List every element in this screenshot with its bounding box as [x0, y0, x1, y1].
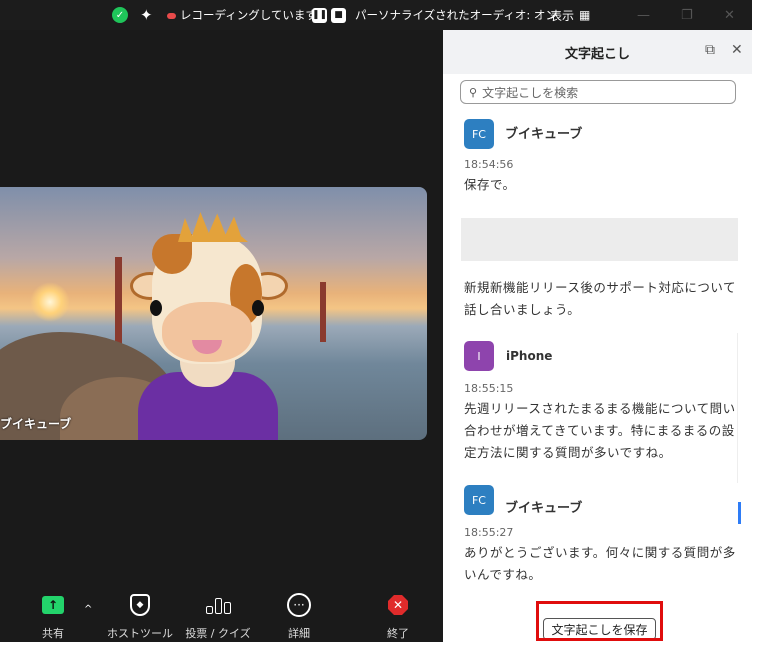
close-panel-icon[interactable]: ✕ — [731, 42, 743, 58]
message-timestamp: 18:54:56 — [464, 158, 514, 171]
transcript-header: 文字起こし ⧉ ✕ — [443, 30, 752, 74]
share-label: 共有 — [42, 627, 64, 640]
transcript-panel: 文字起こし ⧉ ✕ ⚲ 文字起こしを検索 FC ブイキューブ 18:54:56 … — [443, 30, 752, 642]
cloud-recording-icon — [167, 9, 176, 22]
recording-indicator[interactable]: レコーディングしています... — [167, 0, 328, 30]
pause-recording-button[interactable]: ❚❚ — [312, 0, 327, 30]
share-button[interactable]: ↑ 共有 — [38, 590, 68, 642]
more-label: 詳細 — [288, 627, 310, 640]
transcript-avatar: FC — [464, 119, 494, 149]
ai-companion-sparkle-icon[interactable]: ✦ — [140, 0, 153, 30]
search-placeholder: 文字起こしを検索 — [482, 85, 579, 100]
end-label: 終了 — [387, 627, 409, 640]
meeting-toolbar: ↑ 共有 ^ ◆ ホストツール 投票 / クイズ ··· 詳細 ✕ 終了 — [0, 590, 442, 642]
annotation-highlight-box — [536, 601, 663, 641]
recording-label: レコーディングしています... — [180, 8, 328, 22]
message-text: 先週リリースされたまるまる機能について問い合わせが増えてきています。特にまるまる… — [464, 401, 736, 460]
meeting-status-bar: ✓ ✦ レコーディングしています... ❚❚ ■ パーソナライズされたオーディオ… — [0, 0, 752, 30]
speaker-name: iPhone — [506, 349, 553, 363]
host-tools-label: ホストツール — [107, 627, 173, 640]
transcript-avatar: I — [464, 341, 494, 371]
poll-bars-icon — [205, 596, 231, 614]
host-tools-shield-icon: ◆ — [130, 594, 150, 616]
pop-out-icon[interactable]: ⧉ — [705, 42, 715, 58]
more-ellipsis-icon: ··· — [287, 593, 311, 617]
poll-label: 投票 / クイズ — [185, 627, 251, 640]
speaker-avatar-badge: FC — [464, 119, 494, 149]
transcript-avatar: FC — [464, 485, 494, 515]
view-button[interactable]: 表示 ▦ — [550, 0, 590, 30]
host-tools-button[interactable]: ◆ ホストツール — [107, 590, 173, 642]
avatar-left-eye — [150, 300, 162, 316]
polls-quizzes-button[interactable]: 投票 / クイズ — [185, 590, 251, 642]
transcript-search-input[interactable]: ⚲ 文字起こしを検索 — [460, 80, 736, 104]
virtual-background-sun — [30, 282, 70, 322]
speaker-avatar-badge: FC — [464, 485, 494, 515]
more-button[interactable]: ··· 詳細 — [284, 590, 314, 642]
message-text: 新規新機能リリース後のサポート対応について話し合いましょう。 — [464, 280, 737, 317]
speaker-avatar-badge: I — [464, 341, 494, 371]
cow-avatar — [130, 212, 300, 440]
speaker-name: ブイキューブ — [505, 127, 583, 142]
message-text: ありがとうございます。何々に関する質問が多いんですね。 — [464, 545, 736, 582]
share-screen-icon: ↑ — [42, 596, 64, 614]
stop-icon: ■ — [331, 7, 346, 23]
participant-video-tile[interactable]: ブイキューブ — [0, 187, 427, 440]
close-window-icon[interactable]: ✕ — [724, 0, 735, 30]
scroll-indicator[interactable] — [738, 502, 741, 524]
audio-status-label: パーソナライズされたオーディオ: オン — [355, 8, 557, 22]
end-meeting-icon: ✕ — [388, 595, 408, 615]
transcript-placeholder-block — [461, 218, 738, 261]
encryption-shield-icon[interactable]: ✓ — [112, 0, 128, 30]
bridge-tower — [320, 282, 326, 342]
message-timestamp: 18:55:15 — [464, 382, 514, 395]
personalized-audio-status[interactable]: パーソナライズされたオーディオ: オン — [355, 0, 557, 30]
stop-recording-button[interactable]: ■ — [331, 0, 346, 30]
minimize-icon[interactable]: — — [637, 0, 650, 30]
avatar-hair — [178, 212, 248, 242]
speaker-name: ブイキューブ — [505, 501, 583, 516]
view-label: 表示 — [550, 8, 575, 23]
share-options-chevron-icon[interactable]: ^ — [84, 604, 92, 615]
participant-name-label: ブイキューブ — [0, 417, 72, 431]
end-meeting-button[interactable]: ✕ 終了 — [383, 590, 413, 642]
search-icon: ⚲ — [469, 85, 478, 99]
message-text: 保存で。 — [464, 177, 516, 192]
pause-icon: ❚❚ — [312, 7, 327, 23]
grid-view-icon: ▦ — [579, 8, 591, 22]
message-timestamp: 18:55:27 — [464, 526, 514, 539]
panel-edge — [737, 333, 752, 483]
zoom-window: ✓ ✦ レコーディングしています... ❚❚ ■ パーソナライズされたオーディオ… — [0, 0, 752, 642]
avatar-right-eye — [252, 300, 264, 316]
restore-icon[interactable]: ❐ — [681, 0, 693, 30]
